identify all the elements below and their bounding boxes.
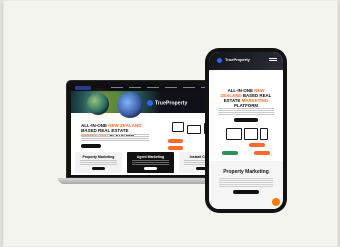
desktop-brand: TrueProperty [147, 100, 187, 106]
desktop-nav-item[interactable] [129, 87, 141, 88]
desktop-feature-badge [168, 146, 183, 150]
mobile-section-title: Property Marketing [223, 169, 269, 175]
mockup-scene: TrueProperty ALL-IN-ONE NEW ZEALAND BASE… [0, 0, 340, 247]
hamburger-menu-icon[interactable] [269, 58, 277, 62]
brand-icon [147, 100, 153, 106]
desktop-card[interactable]: Property Marketing [75, 152, 122, 173]
mobile-feature-badge [254, 151, 270, 155]
mobile-headline: ALL-IN-ONE NEW ZEALAND BASED REAL ESTATE… [217, 88, 275, 108]
card-text [80, 160, 117, 165]
chat-bubble-icon[interactable] [272, 198, 280, 206]
desktop-nav-item[interactable] [165, 87, 177, 88]
desktop-cta-button[interactable] [81, 144, 101, 148]
card-title: Property Marketing [82, 155, 115, 159]
desktop-feature-device [172, 122, 184, 132]
card-text [132, 160, 169, 165]
mobile-header: TrueProperty [209, 52, 283, 70]
desktop-nav-item[interactable] [183, 87, 195, 88]
device-screen [245, 129, 257, 139]
mobile-feature-badge [222, 151, 238, 155]
desktop-subtext [81, 134, 149, 141]
device-screen [173, 123, 183, 131]
mobile-feature-device [260, 128, 268, 140]
mobile-brand-icon[interactable] [217, 58, 222, 63]
card-title: Agent Marketing [136, 155, 165, 159]
desktop-logo[interactable] [75, 86, 91, 90]
desktop-brand-text: TrueProperty [155, 100, 188, 107]
planet-graphic [87, 93, 109, 115]
device-screen [188, 126, 200, 133]
card-button[interactable] [144, 167, 157, 170]
mobile-section-text [219, 178, 273, 187]
device-screen [227, 129, 241, 139]
card-button[interactable] [92, 167, 105, 170]
device-screen [261, 129, 267, 139]
planet-graphic [117, 92, 143, 118]
mobile-subtext [218, 108, 274, 115]
desktop-card[interactable]: Agent Marketing [127, 152, 174, 173]
desktop-nav-item[interactable] [111, 87, 123, 88]
mobile-feature-badge [249, 143, 265, 147]
mobile-feature-device [226, 128, 242, 140]
phone-screen: TrueProperty ALL-IN-ONE NEW ZEALAND BASE… [209, 52, 283, 209]
mobile-feature-device [244, 128, 258, 140]
desktop-nav-item[interactable] [147, 87, 159, 88]
desktop-feature-device [187, 125, 201, 134]
phone-device: TrueProperty ALL-IN-ONE NEW ZEALAND BASE… [205, 48, 287, 213]
desktop-feature-badge [168, 139, 183, 143]
mobile-brand[interactable]: TrueProperty [225, 57, 250, 62]
mobile-section-button[interactable] [233, 190, 259, 194]
mobile-cta-button[interactable] [234, 118, 258, 122]
